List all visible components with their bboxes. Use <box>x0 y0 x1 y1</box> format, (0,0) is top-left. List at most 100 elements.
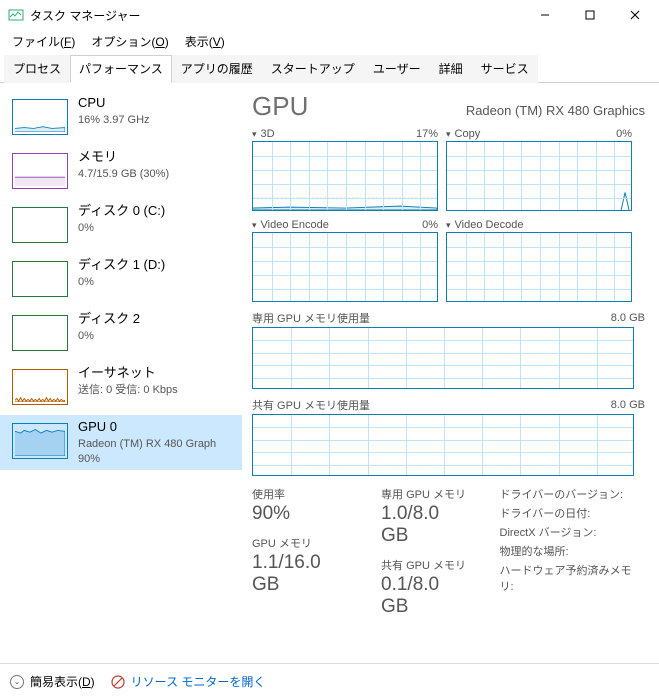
memory-chart-1: 共有 GPU メモリ使用量 8.0 GB <box>252 397 645 476</box>
titlebar: タスク マネージャー <box>0 0 659 30</box>
stat-label: 専用 GPU メモリ <box>381 486 471 502</box>
sidebar-item-sub: 送信: 0 受信: 0 Kbps <box>78 383 178 397</box>
chart-label[interactable]: 3D <box>261 128 275 140</box>
sidebar-thumb <box>12 99 68 135</box>
driver-info: ドライバーのバージョン:ドライバーの日付:DirectX バージョン:物理的な場… <box>500 486 646 618</box>
sidebar-item-sub: 16% 3.97 GHz <box>78 113 150 127</box>
chart-label: 専用 GPU メモリ使用量 <box>252 310 370 326</box>
sidebar-item-sub: 0% <box>78 329 140 343</box>
menu-options[interactable]: オプション(O) <box>83 30 176 53</box>
sidebar-thumb <box>12 261 68 297</box>
stat-item: GPU メモリ1.1/16.0 GB <box>252 535 353 596</box>
stat-item: 専用 GPU メモリ1.0/8.0 GB <box>381 486 471 547</box>
bottom-bar: ⌄ 簡易表示(D) リソース モニターを開く <box>0 663 659 699</box>
sidebar-item-sub: 0% <box>78 275 165 289</box>
stat-value: 1.1/16.0 GB <box>252 552 353 596</box>
sidebar-thumb <box>12 423 68 459</box>
sidebar-item-4[interactable]: ディスク 20% <box>0 307 242 361</box>
stats-area: 使用率90% GPU メモリ1.1/16.0 GB 専用 GPU メモリ1.0/8… <box>252 486 645 618</box>
sidebar-thumb <box>12 207 68 243</box>
stat-item: 使用率90% <box>252 486 353 525</box>
detail-title: GPU <box>252 91 308 122</box>
chart-graph <box>446 141 632 211</box>
sidebar-item-title: ディスク 0 (C:) <box>78 203 165 220</box>
tab-4[interactable]: ユーザー <box>364 55 430 83</box>
open-resource-monitor-button[interactable]: リソース モニターを開く <box>111 673 266 690</box>
minimize-button[interactable] <box>522 1 567 29</box>
sidebar: CPU16% 3.97 GHzメモリ4.7/15.9 GB (30%)ディスク … <box>0 83 242 663</box>
sidebar-item-1[interactable]: メモリ4.7/15.9 GB (30%) <box>0 145 242 199</box>
info-line: ドライバーの日付: <box>500 505 646 521</box>
sidebar-item-2[interactable]: ディスク 0 (C:)0% <box>0 199 242 253</box>
engine-chart-1: ▾ Copy 0% <box>446 128 632 211</box>
stat-value: 90% <box>252 503 353 525</box>
info-line: ハードウェア予約済みメモリ: <box>500 562 646 594</box>
chevron-down-icon[interactable]: ▾ <box>252 129 257 140</box>
chart-max: 8.0 GB <box>611 399 645 411</box>
detail-subtitle: Radeon (TM) RX 480 Graphics <box>466 103 645 118</box>
fewer-details-button[interactable]: ⌄ 簡易表示(D) <box>10 673 95 690</box>
sidebar-item-sub: Radeon (TM) RX 480 Graph <box>78 437 216 451</box>
tab-6[interactable]: サービス <box>472 55 538 83</box>
chart-graph <box>252 414 634 476</box>
sidebar-item-title: ディスク 2 <box>78 311 140 328</box>
chart-label[interactable]: Video Encode <box>261 219 329 231</box>
app-icon <box>8 7 24 23</box>
chart-pct: 17% <box>416 128 438 140</box>
sidebar-item-title: CPU <box>78 95 150 112</box>
chart-pct: 0% <box>422 219 438 231</box>
engine-chart-2: ▾ Video Encode 0% <box>252 219 438 302</box>
engine-chart-0: ▾ 3D 17% <box>252 128 438 211</box>
stat-label: 使用率 <box>252 486 353 502</box>
stats-col-mid: 専用 GPU メモリ1.0/8.0 GB 共有 GPU メモリ0.1/8.0 GB <box>381 486 471 618</box>
detail-header: GPU Radeon (TM) RX 480 Graphics <box>252 91 645 122</box>
chart-label[interactable]: Video Decode <box>455 219 524 231</box>
menu-file[interactable]: ファイル(F) <box>4 30 83 53</box>
stat-label: GPU メモリ <box>252 535 353 551</box>
chart-graph <box>252 327 634 389</box>
tab-3[interactable]: スタートアップ <box>262 55 364 83</box>
sidebar-thumb <box>12 315 68 351</box>
tab-bar: プロセスパフォーマンスアプリの履歴スタートアップユーザー詳細サービス <box>0 54 659 83</box>
tab-5[interactable]: 詳細 <box>430 55 472 83</box>
menu-view[interactable]: 表示(V) <box>177 30 233 53</box>
sidebar-item-title: ディスク 1 (D:) <box>78 257 165 274</box>
stat-item: 共有 GPU メモリ0.1/8.0 GB <box>381 557 471 618</box>
chevron-down-icon[interactable]: ▾ <box>446 220 451 231</box>
chart-max: 8.0 GB <box>611 312 645 324</box>
window-title: タスク マネージャー <box>30 7 141 24</box>
memory-charts: 専用 GPU メモリ使用量 8.0 GB 共有 GPU メモリ使用量 8.0 GB <box>252 310 645 476</box>
maximize-button[interactable] <box>567 1 612 29</box>
sidebar-item-title: イーサネット <box>78 365 178 382</box>
chevron-down-icon[interactable]: ▾ <box>446 129 451 140</box>
engine-chart-3: ▾ Video Decode <box>446 219 632 302</box>
sidebar-item-3[interactable]: ディスク 1 (D:)0% <box>0 253 242 307</box>
main-area: CPU16% 3.97 GHzメモリ4.7/15.9 GB (30%)ディスク … <box>0 83 659 663</box>
chart-pct: 0% <box>616 128 632 140</box>
sidebar-thumb <box>12 153 68 189</box>
tab-2[interactable]: アプリの履歴 <box>172 55 262 83</box>
close-button[interactable] <box>612 1 657 29</box>
memory-chart-0: 専用 GPU メモリ使用量 8.0 GB <box>252 310 645 389</box>
sidebar-item-6[interactable]: GPU 0Radeon (TM) RX 480 Graph90% <box>0 415 242 470</box>
chart-label[interactable]: Copy <box>455 128 481 140</box>
info-line: DirectX バージョン: <box>500 524 646 540</box>
sidebar-thumb <box>12 369 68 405</box>
sidebar-item-0[interactable]: CPU16% 3.97 GHz <box>0 91 242 145</box>
stat-value: 0.1/8.0 GB <box>381 574 471 618</box>
sidebar-item-title: GPU 0 <box>78 419 216 436</box>
sidebar-item-sub: 0% <box>78 221 165 235</box>
chart-graph <box>446 232 632 302</box>
chart-graph <box>252 232 438 302</box>
chevron-down-icon: ⌄ <box>10 675 24 689</box>
chart-label: 共有 GPU メモリ使用量 <box>252 397 370 413</box>
chevron-down-icon[interactable]: ▾ <box>252 220 257 231</box>
stat-label: 共有 GPU メモリ <box>381 557 471 573</box>
tab-0[interactable]: プロセス <box>4 55 70 83</box>
stats-col-left: 使用率90% GPU メモリ1.1/16.0 GB <box>252 486 353 618</box>
sidebar-item-title: メモリ <box>78 149 169 166</box>
sidebar-item-5[interactable]: イーサネット送信: 0 受信: 0 Kbps <box>0 361 242 415</box>
tab-1[interactable]: パフォーマンス <box>70 55 172 83</box>
info-line: ドライバーのバージョン: <box>500 486 646 502</box>
chart-graph <box>252 141 438 211</box>
